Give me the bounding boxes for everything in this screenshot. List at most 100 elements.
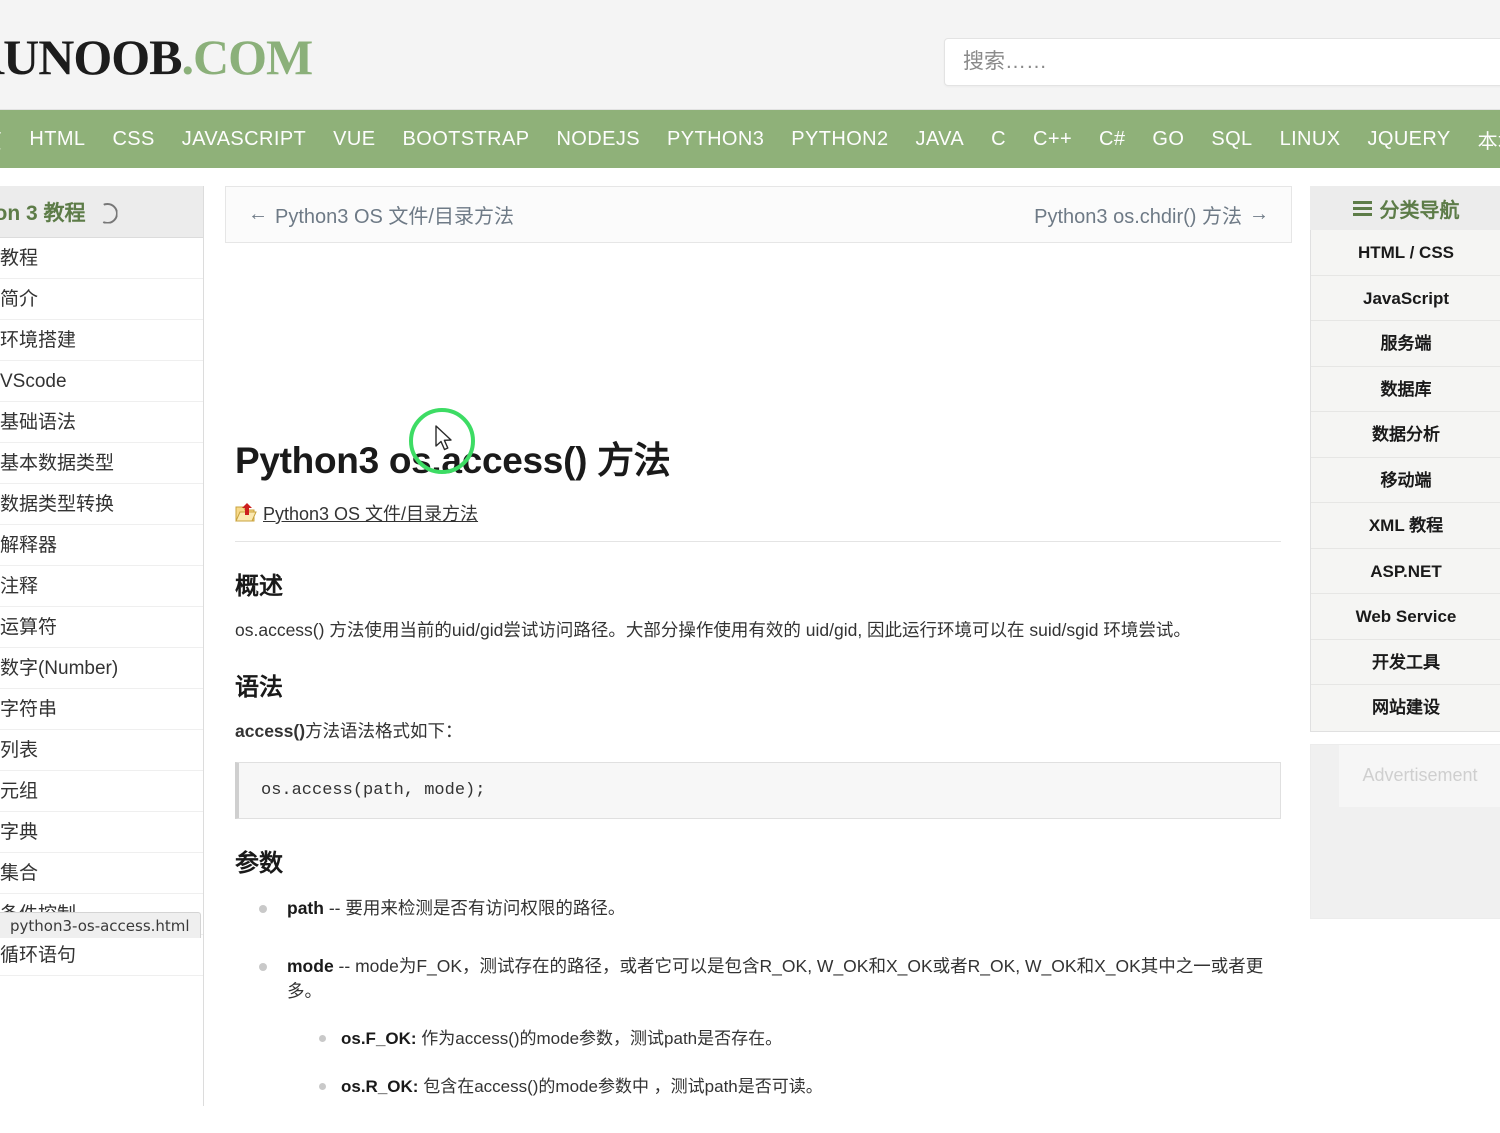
nav-item-javascript[interactable]: JAVASCRIPT xyxy=(182,128,306,151)
nav-item-jquery[interactable]: JQUERY xyxy=(1367,128,1450,151)
nav-item-c#[interactable]: C# xyxy=(1099,128,1125,151)
syntax-heading: 语法 xyxy=(235,667,1282,702)
sidebar-item[interactable]: on3 数字(Number) xyxy=(0,648,203,689)
site-header: RUNOOB.COM xyxy=(0,0,1500,110)
subparam-item: os.R_OK: 包含在access()的mode参数中 ，测试path是否可读… xyxy=(315,1075,1282,1100)
nav-item-sql[interactable]: SQL xyxy=(1211,128,1252,151)
search-box[interactable] xyxy=(944,38,1500,86)
site-logo[interactable]: RUNOOB.COM xyxy=(0,28,312,86)
param-item: mode -- mode为F_OK，测试存在的路径，或者它可以是包含R_OK, … xyxy=(251,954,1282,1100)
prev-page-link[interactable]: ← Python3 OS 文件/目录方法 xyxy=(248,200,514,229)
left-sidebar-list: on3 教程on3 简介on3 环境搭建on3 VScodeon3 基础语法on… xyxy=(0,238,203,976)
category-item[interactable]: 网站建设 xyxy=(1311,685,1500,731)
sidebar-item[interactable]: on3 字典 xyxy=(0,812,203,853)
sidebar-item[interactable]: on3 数据类型转换 xyxy=(0,484,203,525)
moon-icon[interactable] xyxy=(96,202,116,222)
param-item: path -- 要用来检测是否有访问权限的路径。 xyxy=(251,896,1282,921)
params-list: path -- 要用来检测是否有访问权限的路径。 mode -- mode为F_O… xyxy=(235,896,1282,1100)
param-desc: -- mode为F_OK，测试存在的路径，或者它可以是包含R_OK, W_OK和… xyxy=(287,956,1263,1001)
params-heading: 参数 xyxy=(235,843,1282,878)
status-bar-url: python3-os-access.html xyxy=(0,912,201,938)
sidebar-item[interactable]: on3 元组 xyxy=(0,771,203,812)
nav-item-vue[interactable]: VUE xyxy=(333,128,375,151)
nav-item-python3[interactable]: PYTHON3 xyxy=(667,128,764,151)
sidebar-item[interactable]: on3 列表 xyxy=(0,730,203,771)
category-nav-list: HTML / CSSJavaScript服务端数据库数据分析移动端XML 教程A… xyxy=(1310,230,1500,732)
param-name: mode xyxy=(287,956,334,976)
category-item[interactable]: HTML / CSS xyxy=(1311,230,1500,276)
overview-heading: 概述 xyxy=(235,566,1282,601)
sidebar-item[interactable]: on3 环境搭建 xyxy=(0,320,203,361)
sidebar-item[interactable]: on3 基本数据类型 xyxy=(0,443,203,484)
sidebar-item[interactable]: on3 教程 xyxy=(0,238,203,279)
sidebar-item[interactable]: on3 解释器 xyxy=(0,525,203,566)
next-page-link[interactable]: Python3 os.chdir() 方法 → xyxy=(1034,200,1269,229)
nav-item-java[interactable]: JAVA xyxy=(916,128,965,151)
nav-item-bootstrap[interactable]: BOOTSTRAP xyxy=(403,128,530,151)
syntax-intro: access()方法语法格式如下： xyxy=(235,718,1282,744)
sidebar-item[interactable]: on3 字符串 xyxy=(0,689,203,730)
category-item[interactable]: 数据库 xyxy=(1311,367,1500,413)
code-block: os.access(path, mode); xyxy=(235,762,1281,819)
page-body: ython 3 教程 on3 教程on3 简介on3 环境搭建on3 VScod… xyxy=(0,168,1500,938)
nav-item-css[interactable]: CSS xyxy=(112,128,154,151)
code-text: os.access(path, mode); xyxy=(261,781,485,800)
parent-link-row: Python3 OS 文件/目录方法 xyxy=(235,500,1282,526)
next-page-label: Python3 os.chdir() 方法 xyxy=(1034,200,1242,229)
left-sidebar-header: ython 3 教程 xyxy=(0,186,203,238)
sidebar-item[interactable]: on3 注释 xyxy=(0,566,203,607)
page-title: Python3 os.access() 方法 xyxy=(235,430,1282,484)
subparam-name: os.F_OK: xyxy=(341,1029,417,1048)
subparam-name: os.R_OK: xyxy=(341,1077,418,1096)
sidebar-item[interactable]: on3 运算符 xyxy=(0,607,203,648)
right-sidebar-title: 分类导航 xyxy=(1380,194,1460,223)
advertisement-label: Advertisement xyxy=(1362,765,1477,786)
syntax-intro-bold: access() xyxy=(235,721,305,741)
subparams-list: os.F_OK: 作为access()的mode参数，测试path是否存在。os… xyxy=(287,1027,1282,1100)
left-sidebar: ython 3 教程 on3 教程on3 简介on3 环境搭建on3 VScod… xyxy=(0,186,204,1106)
search-input[interactable] xyxy=(944,38,1500,86)
main-content: ← Python3 OS 文件/目录方法 Python3 os.chdir() … xyxy=(225,186,1292,1133)
category-item[interactable]: ASP.NET xyxy=(1311,549,1500,595)
nav-item-nodejs[interactable]: NODEJS xyxy=(556,128,640,151)
nav-item-c++[interactable]: C++ xyxy=(1033,128,1072,151)
right-sidebar-header: 分类导航 xyxy=(1310,186,1500,230)
logo-text: RUNOOB xyxy=(0,29,181,85)
nav-item-go[interactable]: GO xyxy=(1152,128,1184,151)
left-sidebar-title: ython 3 教程 xyxy=(0,197,86,227)
divider xyxy=(235,541,1281,542)
category-item[interactable]: 开发工具 xyxy=(1311,640,1500,686)
subparam-desc: 作为access()的mode参数，测试path是否存在。 xyxy=(417,1029,783,1048)
category-item[interactable]: JavaScript xyxy=(1311,276,1500,322)
prev-next-bar: ← Python3 OS 文件/目录方法 Python3 os.chdir() … xyxy=(225,186,1292,243)
syntax-intro-rest: 方法语法格式如下： xyxy=(305,721,463,741)
sidebar-item[interactable]: on3 循环语句 xyxy=(0,935,203,976)
subparam-item: os.F_OK: 作为access()的mode参数，测试path是否存在。 xyxy=(315,1027,1282,1052)
list-icon xyxy=(1353,201,1372,216)
arrow-right-icon: → xyxy=(1249,203,1269,226)
nav-item-html[interactable]: HTML xyxy=(29,128,85,151)
logo-suffix: .COM xyxy=(181,29,312,85)
prev-page-label: Python3 OS 文件/目录方法 xyxy=(275,200,514,229)
parent-category-link[interactable]: Python3 OS 文件/目录方法 xyxy=(263,500,478,526)
param-name: path xyxy=(287,898,324,918)
sidebar-item[interactable]: on3 简介 xyxy=(0,279,203,320)
sidebar-item[interactable]: on3 VScode xyxy=(0,361,203,402)
nav-item-linux[interactable]: LINUX xyxy=(1280,128,1341,151)
sidebar-item[interactable]: on3 集合 xyxy=(0,853,203,894)
nav-item-c[interactable]: C xyxy=(991,128,1006,151)
nav-item-python2[interactable]: PYTHON2 xyxy=(791,128,888,151)
nav-item--[interactable]: 页 xyxy=(0,125,2,154)
category-item[interactable]: Web Service xyxy=(1311,594,1500,640)
category-item[interactable]: 服务端 xyxy=(1311,321,1500,367)
category-item[interactable]: XML 教程 xyxy=(1311,503,1500,549)
subparam-desc: 包含在access()的mode参数中 ，测试path是否可读。 xyxy=(418,1077,822,1096)
nav-item--[interactable]: 本地书签 xyxy=(1478,125,1500,154)
article: Python3 os.access() 方法 Python3 OS 文件/目录方… xyxy=(225,430,1292,1100)
category-item[interactable]: 数据分析 xyxy=(1311,412,1500,458)
category-item[interactable]: 移动端 xyxy=(1311,458,1500,504)
sidebar-item[interactable]: on3 基础语法 xyxy=(0,402,203,443)
overview-text: os.access() 方法使用当前的uid/gid尝试访问路径。大部分操作使用… xyxy=(235,617,1282,643)
folder-up-arrow-icon xyxy=(235,503,257,523)
main-navigation: 页 HTML CSS JAVASCRIPT VUE BOOTSTRAP NODEJS PYTH… xyxy=(0,110,1500,168)
